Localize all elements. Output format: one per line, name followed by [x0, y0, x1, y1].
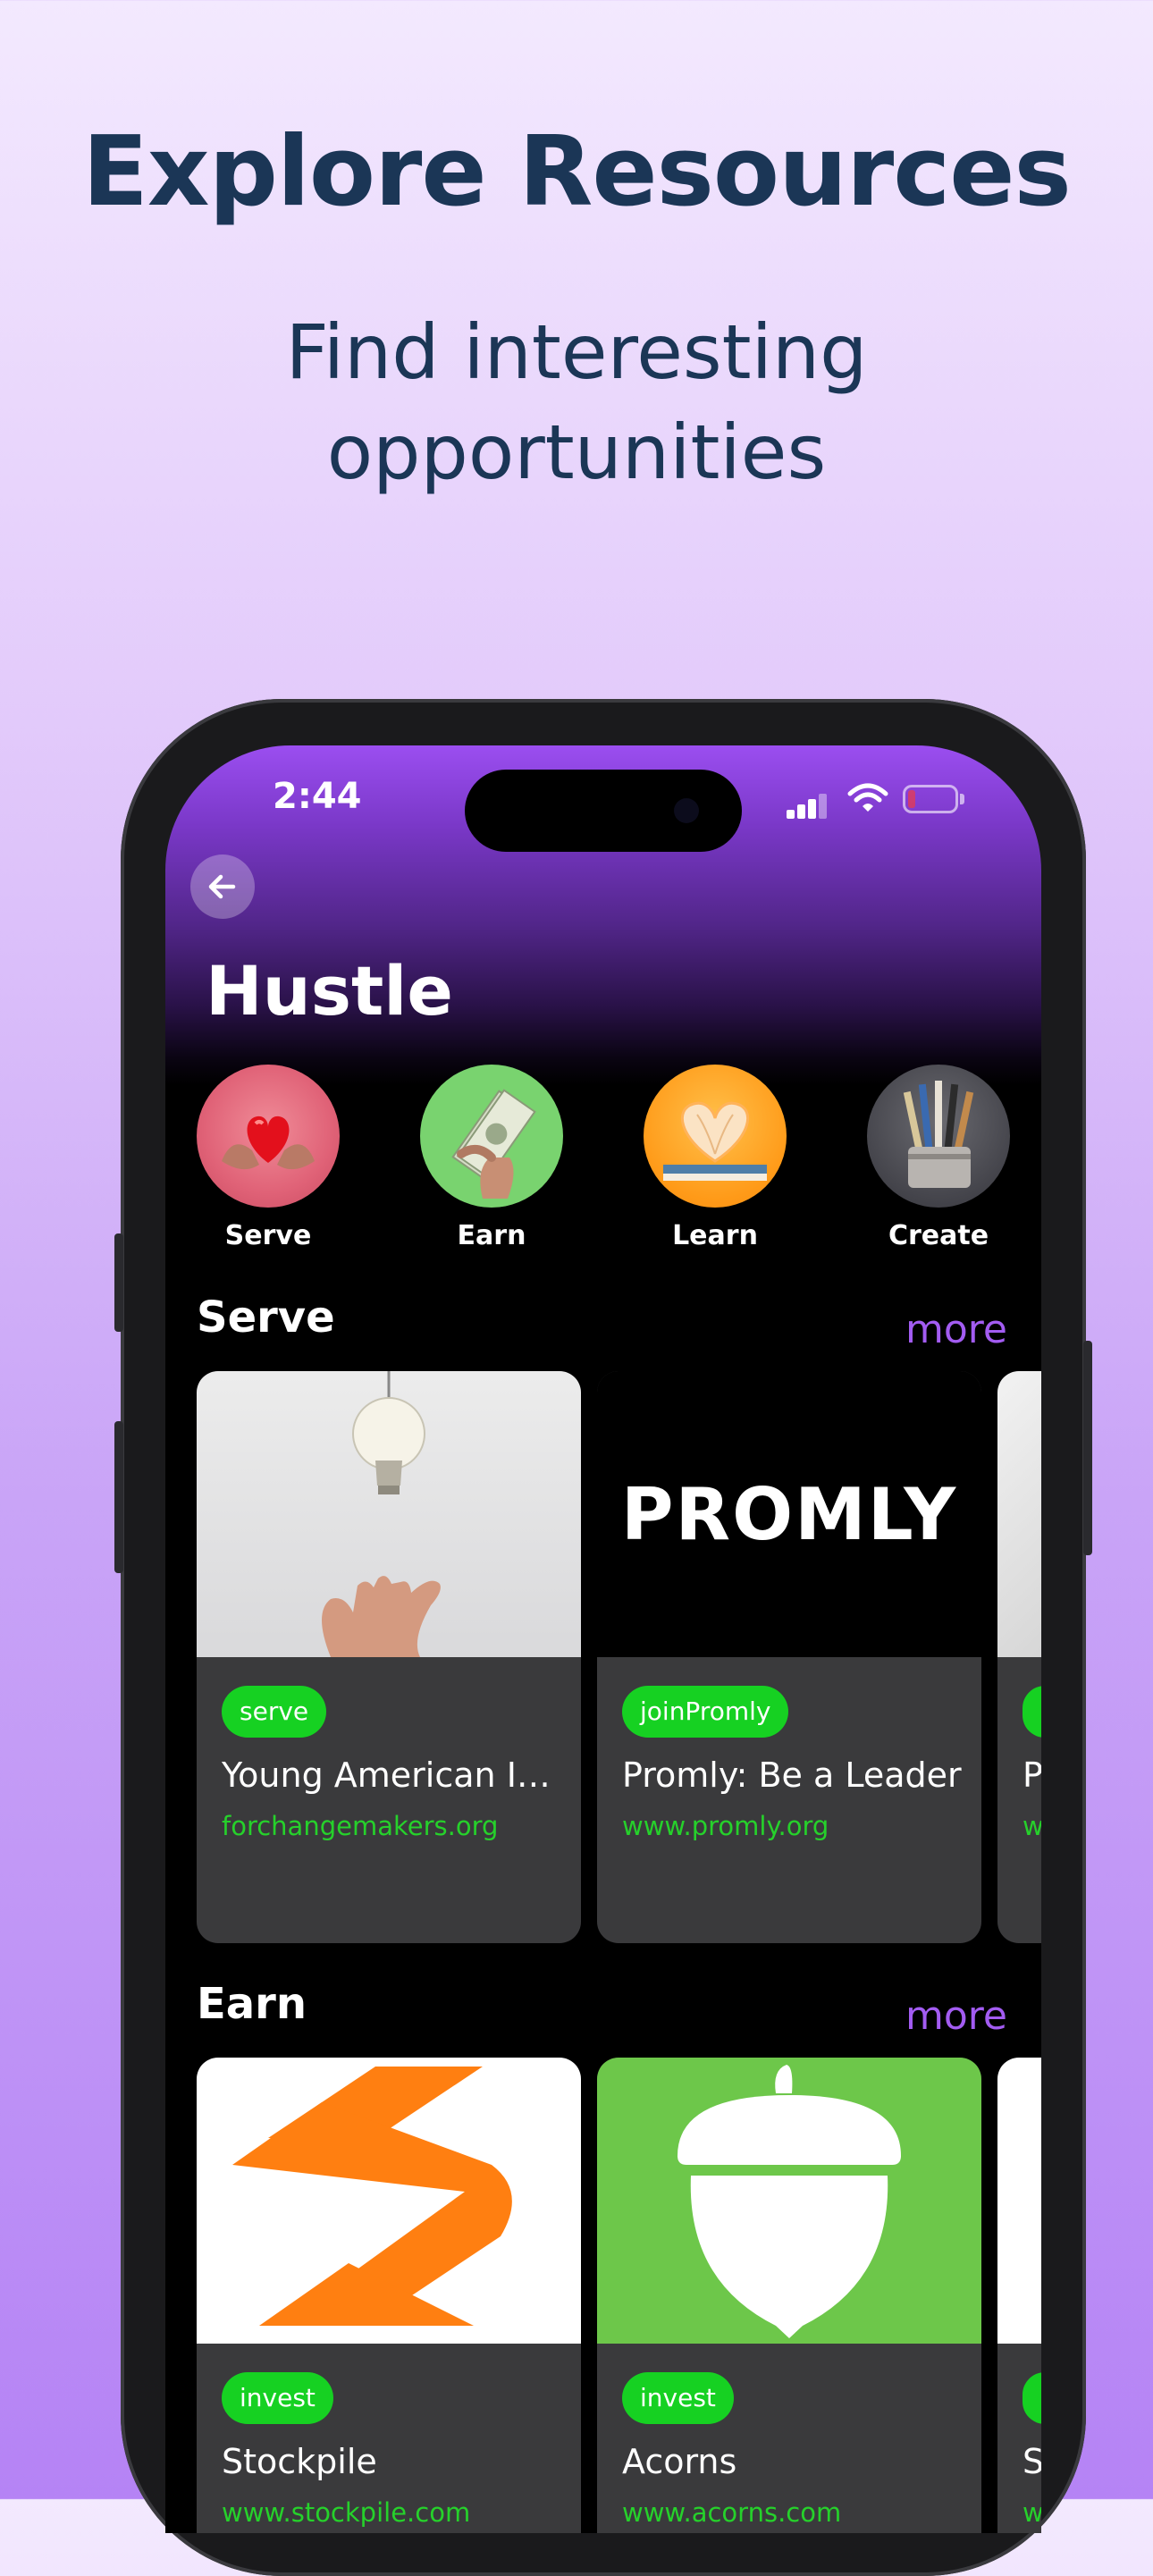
tag-badge: joinPromly: [622, 1686, 789, 1738]
lightbulb-icon: [322, 1371, 441, 1657]
card-title: P: [1023, 1755, 1041, 1795]
promly-logo-text: PROMLY: [620, 1472, 958, 1556]
tag-badge: serve: [222, 1686, 327, 1738]
heart-icon: [222, 1115, 315, 1170]
category-learn[interactable]: Learn: [644, 1065, 787, 1251]
camera-dot: [674, 798, 699, 823]
section-title-earn: Earn: [197, 1979, 307, 2029]
resource-card[interactable]: invest Stockpile www.stockpile.com: [197, 2058, 581, 2533]
resource-card[interactable]: S w: [997, 2058, 1041, 2533]
category-label: Create: [888, 1220, 989, 1251]
promly-logo: PROMLY: [597, 1371, 981, 1657]
category-earn[interactable]: Earn: [420, 1065, 563, 1251]
resource-card[interactable]: PROMLY joinPromly Promly: Be a Leader ww…: [597, 1371, 981, 1943]
battery-icon: [903, 785, 958, 813]
tag-badge: [1023, 2372, 1041, 2424]
marble-image: [997, 1371, 1041, 1657]
wifi-icon: [847, 783, 888, 812]
category-label: Earn: [457, 1220, 526, 1251]
book-heart-image: [644, 1065, 787, 1208]
heart-in-hands-image: [197, 1065, 340, 1208]
tag-badge: [1023, 1686, 1041, 1738]
resource-card[interactable]: P w: [997, 1371, 1041, 1943]
card-title: Stockpile: [222, 2442, 377, 2481]
page-title: Hustle: [206, 951, 453, 1031]
promo-subheadline: Find interesting opportunities: [219, 302, 934, 502]
card-url[interactable]: www.acorns.com: [622, 2497, 841, 2528]
battery-tip: [960, 794, 964, 804]
card-url[interactable]: www.promly.org: [622, 1811, 829, 1841]
promo-subheadline-line2: opportunities: [326, 408, 827, 496]
app-screen: 2:44 Hustle Serve Earn Learn Create Serv…: [165, 745, 1041, 2533]
battery-level: [908, 790, 915, 808]
card-url[interactable]: forchangemakers.org: [222, 1811, 498, 1841]
card-url[interactable]: w: [1023, 2497, 1041, 2528]
status-icons: [787, 783, 983, 821]
acorns-logo: [597, 2058, 981, 2344]
card-title: Acorns: [622, 2442, 737, 2481]
tag-badge: invest: [622, 2372, 734, 2424]
paintbrushes-image: [867, 1065, 1010, 1208]
back-button[interactable]: [190, 854, 255, 919]
arrow-left-icon: [208, 874, 236, 899]
category-label: Learn: [672, 1220, 758, 1251]
dynamic-island: [465, 770, 742, 852]
resource-card[interactable]: invest Acorns www.acorns.com: [597, 2058, 981, 2533]
tag-badge: invest: [222, 2372, 333, 2424]
card-url[interactable]: www.stockpile.com: [222, 2497, 470, 2528]
acorn-icon: [677, 2065, 901, 2338]
stockpile-icon: [232, 2067, 512, 2326]
open-book-icon: [663, 1101, 767, 1181]
card-title: Young American In...: [222, 1755, 566, 1795]
category-serve[interactable]: Serve: [197, 1065, 340, 1251]
partial-card-image: [997, 2058, 1041, 2344]
cellular-signal-icon: [787, 794, 827, 819]
promo-subheadline-line1: Find interesting: [285, 308, 868, 396]
card-url[interactable]: w: [1023, 1811, 1041, 1841]
stockpile-logo: [197, 2058, 581, 2344]
section-title-serve: Serve: [197, 1292, 335, 1343]
more-link-earn[interactable]: more: [905, 1993, 1007, 2039]
card-title: S: [1023, 2442, 1041, 2481]
category-create[interactable]: Create: [867, 1065, 1010, 1251]
cash-icon: [451, 1089, 536, 1199]
lightbulb-hand-image: [197, 1371, 581, 1657]
paintbrush-icon: [903, 1081, 974, 1188]
phone-side-button: [1083, 1341, 1092, 1555]
more-link-serve[interactable]: more: [905, 1307, 1007, 1352]
card-title: Promly: Be a Leader: [622, 1755, 962, 1795]
phone-side-button: [114, 1421, 123, 1573]
status-time: 2:44: [273, 776, 362, 817]
phone-side-button: [114, 1233, 123, 1332]
category-label: Serve: [224, 1220, 312, 1251]
promo-headline: Explore Resources: [82, 116, 1072, 228]
resource-card[interactable]: serve Young American In... forchangemake…: [197, 1371, 581, 1943]
money-in-hand-image: [420, 1065, 563, 1208]
